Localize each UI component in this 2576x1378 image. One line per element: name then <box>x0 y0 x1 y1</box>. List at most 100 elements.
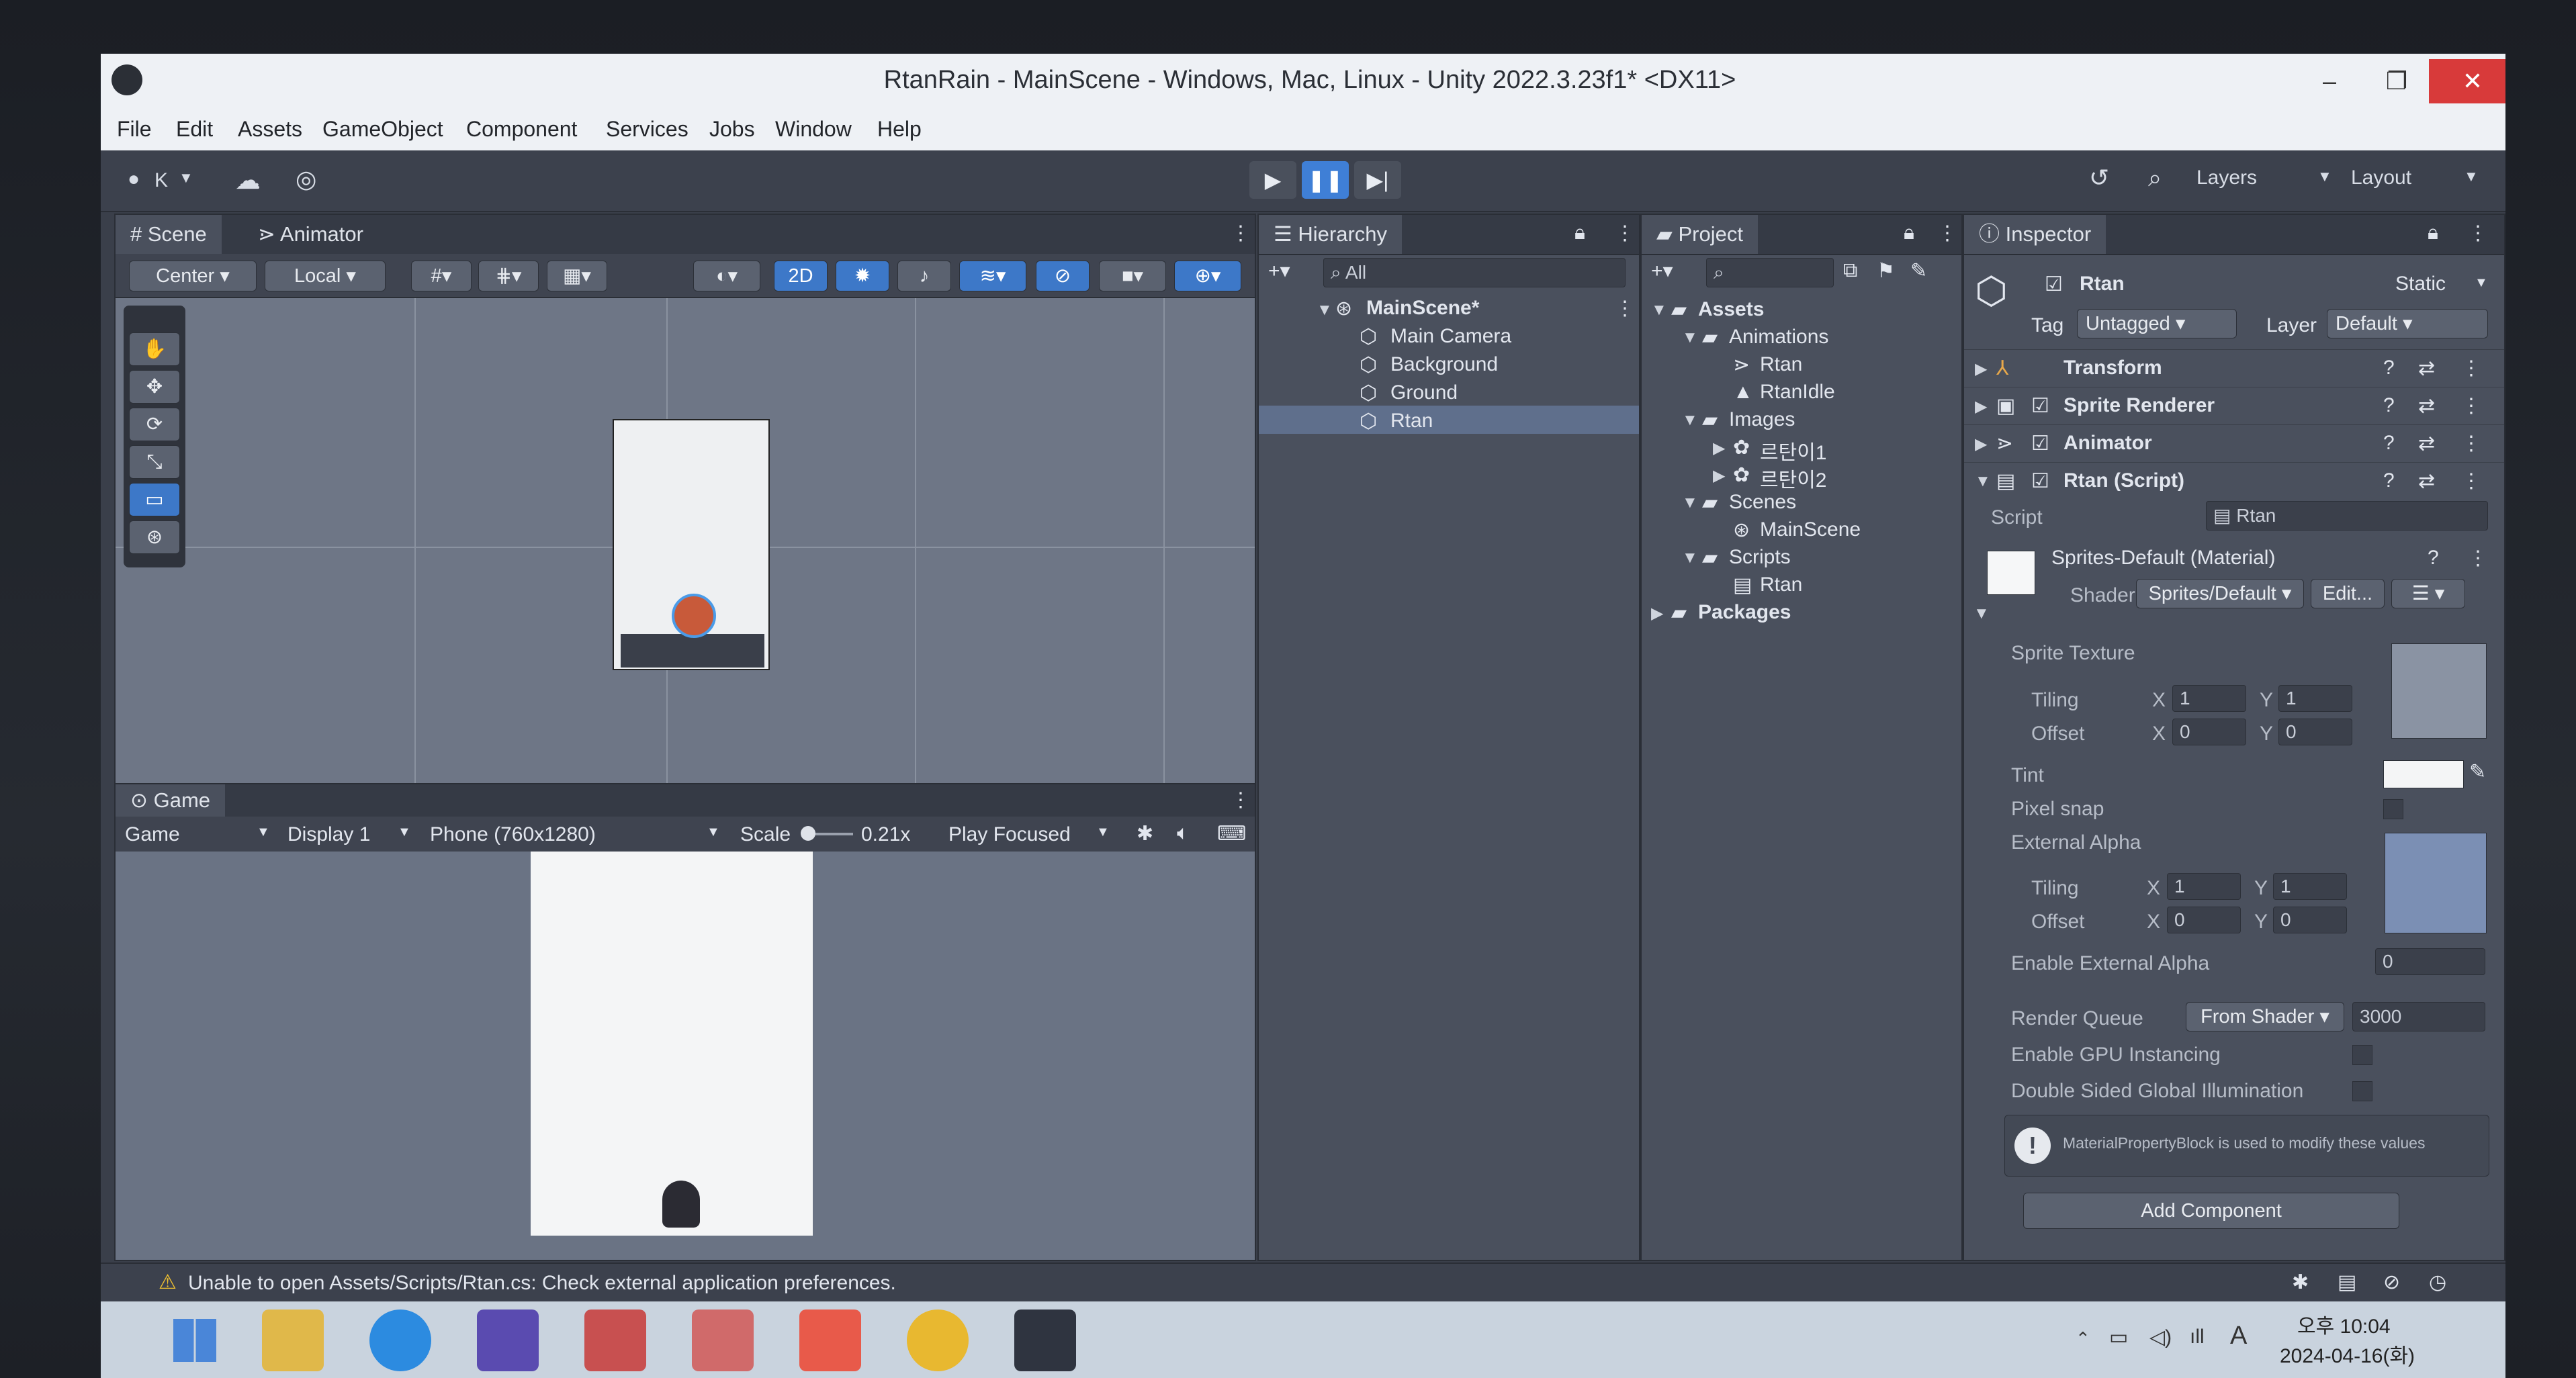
project-search-input[interactable]: ⌕ <box>1706 258 1834 287</box>
paw-app-icon[interactable] <box>799 1310 861 1371</box>
more-options-icon[interactable]: ⋮ <box>2461 394 2481 418</box>
hidden-objects-toggle-button[interactable]: ⊘ <box>1036 261 1090 291</box>
project-item[interactable]: 르탄이2 <box>1760 463 1827 493</box>
edit-shader-button[interactable]: Edit... <box>2311 579 2385 608</box>
preset-icon[interactable]: ⇄ <box>2418 432 2435 455</box>
tiling-x-field[interactable]: 1 <box>2172 685 2246 712</box>
alpha-tiling-x-field[interactable]: 1 <box>2167 873 2241 900</box>
lighting-toggle-button[interactable]: ✹ <box>836 261 889 291</box>
cloud-icon[interactable]: ☁ <box>235 165 261 195</box>
lock-icon[interactable]: 🔒︎ <box>1904 222 1914 244</box>
enable-external-alpha-field[interactable]: 0 <box>2375 948 2485 975</box>
tint-color-field[interactable] <box>2383 760 2464 788</box>
layers-dropdown[interactable]: Layers <box>2196 167 2257 189</box>
project-item[interactable]: Rtan <box>1760 573 1802 596</box>
tab-hierarchy[interactable]: ☰ Hierarchy <box>1259 215 1403 254</box>
more-options-icon[interactable]: ⋮ <box>2461 432 2481 455</box>
collapse-arrow-icon[interactable]: ▼ <box>1682 494 1698 512</box>
grid-visibility-button[interactable]: ▦▾ <box>547 261 607 291</box>
component-sprite-renderer[interactable]: ▶ ▣ ☑ Sprite Renderer ? ⇄ ⋮ <box>1964 387 2504 425</box>
search-by-label-icon[interactable]: ⚑ <box>1877 259 1895 283</box>
project-item[interactable]: Scenes <box>1729 491 1796 514</box>
menu-jobs[interactable]: Jobs <box>709 117 755 142</box>
collapse-arrow-icon[interactable]: ▼ <box>1682 328 1698 347</box>
stats-icon[interactable]: ✱ <box>1137 822 1153 845</box>
account-dropdown[interactable]: ● K ▼ <box>121 161 202 199</box>
lock-icon[interactable]: 🔒︎ <box>2428 222 2438 244</box>
help-icon[interactable]: ? <box>2383 394 2395 417</box>
menu-window[interactable]: Window <box>775 117 852 142</box>
effects-toggle-button[interactable]: ≋▾ <box>959 261 1026 291</box>
add-component-button[interactable]: Add Component <box>2023 1193 2399 1229</box>
script-object-field[interactable]: ▤ Rtan <box>2206 501 2488 531</box>
more-options-icon[interactable]: ⋮ <box>2468 222 2488 245</box>
camera-dropdown[interactable]: ■▾ <box>1099 261 1166 291</box>
collapse-arrow-icon[interactable]: ▼ <box>1682 411 1698 430</box>
help-icon[interactable]: ? <box>2428 547 2439 569</box>
chrome-browser-icon[interactable] <box>907 1310 969 1371</box>
pivot-space-dropdown[interactable]: Local ▾ <box>265 261 386 291</box>
more-options-icon[interactable]: ⋮ <box>2461 469 2481 493</box>
menu-assets[interactable]: Assets <box>238 117 302 142</box>
alpha-offset-x-field[interactable]: 0 <box>2167 907 2241 933</box>
refresh-app-icon[interactable] <box>584 1310 646 1371</box>
tray-network-icon[interactable]: ▭ <box>2109 1326 2128 1349</box>
clock-time[interactable]: 오후 10:04 <box>2297 1310 2391 1339</box>
search-by-type-icon[interactable]: ⧉ <box>1843 259 1857 282</box>
preset-icon[interactable]: ⇄ <box>2418 357 2435 380</box>
sync-app-icon[interactable] <box>692 1310 754 1371</box>
menu-gameobject[interactable]: GameObject <box>322 117 443 142</box>
help-icon[interactable]: ? <box>2383 432 2395 455</box>
more-options-icon[interactable]: ⋮ <box>1615 222 1635 245</box>
collapse-arrow-icon[interactable]: ▼ <box>1973 604 1990 623</box>
file-explorer-icon[interactable] <box>262 1310 324 1371</box>
collapse-arrow-icon[interactable]: ▼ <box>1651 301 1667 320</box>
transform-tool-icon[interactable]: ⊛ <box>129 520 180 554</box>
network-icon[interactable]: ⊘ <box>2383 1271 2400 1294</box>
tab-animator[interactable]: ⋗ Animator <box>243 215 378 254</box>
hierarchy-item-ground[interactable]: Ground <box>1390 381 1458 404</box>
tray-volume-icon[interactable]: ◁) <box>2149 1326 2172 1349</box>
tiling-y-field[interactable]: 1 <box>2278 685 2352 712</box>
expand-arrow-icon[interactable]: ▼ <box>1317 301 1333 320</box>
hand-tool-icon[interactable]: ✋ <box>129 332 180 366</box>
render-queue-dropdown[interactable]: From Shader ▾ <box>2186 1002 2344 1031</box>
shader-dropdown[interactable]: Sprites/Default ▾ <box>2136 579 2304 608</box>
project-item[interactable]: Animations <box>1729 326 1828 349</box>
favorites-icon[interactable]: ✎ <box>1910 259 1927 283</box>
snap-increment-button[interactable]: ⋕▾ <box>478 261 539 291</box>
offset-y-field[interactable]: 0 <box>2278 719 2352 745</box>
step-button[interactable]: ▶| <box>1354 161 1401 199</box>
create-button[interactable]: +▾ <box>1651 259 1673 283</box>
hierarchy-item-background[interactable]: Background <box>1390 353 1498 376</box>
search-icon[interactable]: ⌕ <box>2148 164 2162 193</box>
menu-help[interactable]: Help <box>877 117 922 142</box>
object-name-field[interactable]: Rtan <box>2080 273 2125 295</box>
play-button[interactable]: ▶ <box>1249 161 1296 199</box>
toolbox-app-icon[interactable] <box>477 1310 539 1371</box>
progress-icon[interactable]: ◷ <box>2429 1271 2446 1294</box>
play-focus-dropdown[interactable]: Play Focused <box>948 823 1071 846</box>
pause-button[interactable]: ❚❚ <box>1302 161 1349 199</box>
history-icon[interactable]: ↺ <box>2089 164 2109 192</box>
display-dropdown[interactable]: Display 1 <box>287 823 370 846</box>
component-animator[interactable]: ▶ ⋗ ☑ Animator ? ⇄ ⋮ <box>1964 424 2504 463</box>
preset-icon[interactable]: ⇄ <box>2418 469 2435 493</box>
game-view-dropdown[interactable]: Game <box>125 823 180 846</box>
gizmos-dropdown[interactable]: ⊕▾ <box>1174 261 1241 291</box>
project-item[interactable]: Packages <box>1698 601 1791 624</box>
close-button[interactable]: ✕ <box>2429 59 2505 103</box>
tab-inspector[interactable]: ⓘ Inspector <box>1964 215 2106 254</box>
lock-icon[interactable]: 🔒︎ <box>1574 222 1585 244</box>
project-item[interactable]: Rtan <box>1760 353 1802 376</box>
mute-audio-icon[interactable]: 🔈︎ <box>1177 822 1189 845</box>
alpha-tiling-y-field[interactable]: 1 <box>2273 873 2347 900</box>
alpha-offset-y-field[interactable]: 0 <box>2273 907 2347 933</box>
help-icon[interactable]: ? <box>2383 357 2395 379</box>
collapse-arrow-icon[interactable]: ▼ <box>1682 549 1698 567</box>
preset-icon[interactable]: ⇄ <box>2418 394 2435 418</box>
maximize-button[interactable]: ❐ <box>2364 59 2429 103</box>
enabled-checkbox[interactable]: ☑ <box>2031 469 2049 493</box>
windows-start-icon[interactable] <box>173 1319 216 1362</box>
shader-options-dropdown[interactable]: ☰ ▾ <box>2391 579 2465 608</box>
